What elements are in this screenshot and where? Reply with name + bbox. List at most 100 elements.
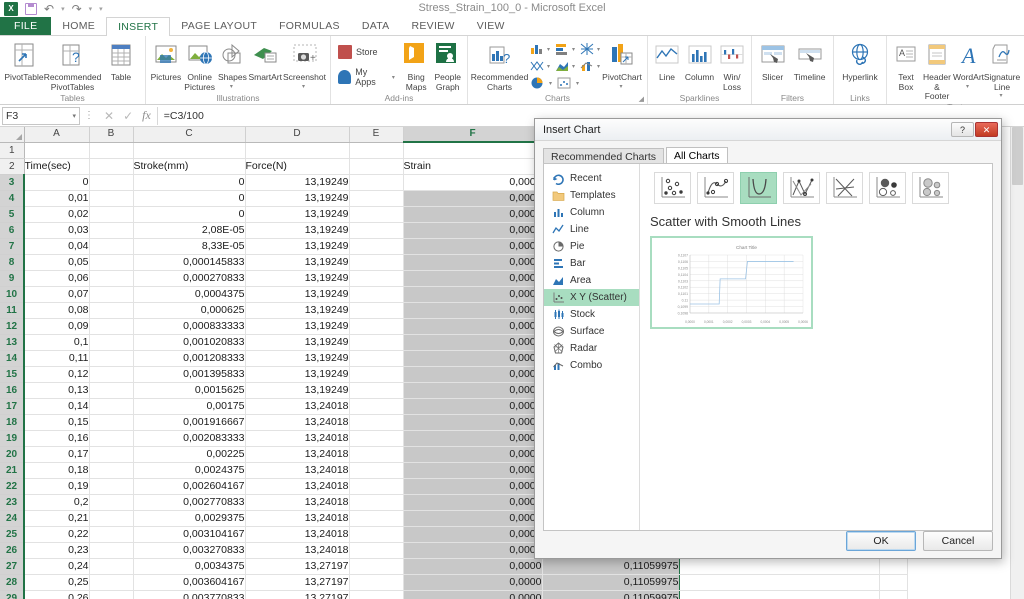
cell-B1[interactable] bbox=[89, 142, 134, 159]
row-header-17[interactable]: 17 bbox=[0, 398, 25, 415]
bing-maps-button[interactable]: Bing Maps bbox=[401, 39, 432, 92]
row-header-21[interactable]: 21 bbox=[0, 462, 25, 479]
cell-D5[interactable]: 13,19249 bbox=[245, 206, 350, 223]
cell-A16[interactable]: 0,13 bbox=[24, 382, 90, 399]
cell-A6[interactable]: 0,03 bbox=[24, 222, 90, 239]
ribbon-tab-file[interactable]: FILE bbox=[0, 17, 52, 35]
smartart-button[interactable]: SmartArt bbox=[248, 39, 282, 83]
cell-A20[interactable]: 0,17 bbox=[24, 446, 90, 463]
cell-E27[interactable] bbox=[349, 558, 404, 575]
cell-F9[interactable]: 0,0000 bbox=[402, 270, 543, 287]
cell-C2[interactable]: Stroke(mm) bbox=[133, 158, 246, 175]
cell-F28[interactable]: 0,0000 bbox=[402, 574, 543, 591]
shapes-caret-icon[interactable]: ▾ bbox=[230, 83, 233, 90]
subtype-scatter[interactable] bbox=[654, 172, 691, 204]
name-box-caret-icon[interactable]: ▾ bbox=[72, 112, 76, 120]
cell-A25[interactable]: 0,22 bbox=[24, 526, 90, 543]
column-header-e[interactable]: E bbox=[349, 127, 404, 143]
cell-E4[interactable] bbox=[349, 190, 404, 207]
row-header-1[interactable]: 1 bbox=[0, 142, 25, 159]
cell-A2[interactable]: Time(sec) bbox=[24, 158, 90, 175]
cell-B24[interactable] bbox=[89, 510, 134, 527]
row-header-20[interactable]: 20 bbox=[0, 446, 25, 463]
cell-D23[interactable]: 13,24018 bbox=[245, 494, 350, 511]
category-line[interactable]: Line bbox=[544, 221, 639, 238]
hyperlink-button[interactable]: Hyperlink bbox=[838, 39, 882, 83]
cell-C7[interactable]: 8,33E-05 bbox=[133, 238, 246, 255]
cell-B25[interactable] bbox=[89, 526, 134, 543]
cell-A10[interactable]: 0,07 bbox=[24, 286, 90, 303]
cell-B17[interactable] bbox=[89, 398, 134, 415]
stock-chart-icon[interactable] bbox=[578, 41, 596, 57]
cell-B7[interactable] bbox=[89, 238, 134, 255]
row-header-16[interactable]: 16 bbox=[0, 382, 25, 399]
cell-B12[interactable] bbox=[89, 318, 134, 335]
cell-C24[interactable]: 0,0029375 bbox=[133, 510, 246, 527]
ribbon-tab-insert[interactable]: INSERT bbox=[106, 17, 171, 36]
charts-dialog-launcher-icon[interactable]: ◢ bbox=[639, 94, 644, 105]
cell-D11[interactable]: 13,19249 bbox=[245, 302, 350, 319]
cell-E25[interactable] bbox=[349, 526, 404, 543]
bar-chart-caret-icon[interactable]: ▾ bbox=[572, 46, 575, 53]
sparkline-line-button[interactable]: Line bbox=[652, 39, 682, 83]
cell-F5[interactable]: 0,0000 bbox=[402, 206, 543, 223]
cell-B2[interactable] bbox=[89, 158, 134, 175]
tab-recommended-charts[interactable]: Recommended Charts bbox=[543, 148, 665, 164]
category-xy-scatter[interactable]: X Y (Scatter) bbox=[544, 289, 639, 306]
row-header-26[interactable]: 26 bbox=[0, 542, 25, 559]
cell-R27[interactable] bbox=[879, 558, 908, 575]
cell-E15[interactable] bbox=[349, 366, 404, 383]
cell-D20[interactable]: 13,24018 bbox=[245, 446, 350, 463]
cell-A28[interactable]: 0,25 bbox=[24, 574, 90, 591]
chart-preview[interactable]: Chart Title 0,1098 0,1099 0,11 0,1101 0,1102 0… bbox=[650, 236, 813, 329]
cell-A26[interactable]: 0,23 bbox=[24, 542, 90, 559]
cell-F17[interactable]: 0,0000 bbox=[402, 398, 543, 415]
cell-F16[interactable]: 0,0000 bbox=[402, 382, 543, 399]
cell-D7[interactable]: 13,19249 bbox=[245, 238, 350, 255]
cell-A9[interactable]: 0,06 bbox=[24, 270, 90, 287]
cell-B5[interactable] bbox=[89, 206, 134, 223]
cell-F22[interactable]: 0,0000 bbox=[402, 478, 543, 495]
cell-C15[interactable]: 0,001395833 bbox=[133, 366, 246, 383]
scatter-chart-caret-icon[interactable]: ▾ bbox=[547, 63, 550, 70]
wordart-caret-icon[interactable]: ▾ bbox=[966, 83, 969, 90]
stock-chart-caret-icon[interactable]: ▾ bbox=[597, 46, 600, 53]
cell-D21[interactable]: 13,24018 bbox=[245, 462, 350, 479]
cell-G28[interactable]: 0,11059975 bbox=[542, 574, 680, 591]
cell-B15[interactable] bbox=[89, 366, 134, 383]
cell-E19[interactable] bbox=[349, 430, 404, 447]
cell-C25[interactable]: 0,003104167 bbox=[133, 526, 246, 543]
cell-E5[interactable] bbox=[349, 206, 404, 223]
vertical-scrollbar[interactable] bbox=[1010, 127, 1024, 599]
pie-chart-icon[interactable] bbox=[528, 75, 548, 91]
cell-D2[interactable]: Force(N) bbox=[245, 158, 350, 175]
cell-A3[interactable]: 0 bbox=[24, 174, 90, 191]
cell-A12[interactable]: 0,09 bbox=[24, 318, 90, 335]
row-header-3[interactable]: 3 bbox=[0, 174, 25, 191]
pivottable-button[interactable]: PivotTable bbox=[4, 39, 44, 83]
ok-button[interactable]: OK bbox=[846, 531, 916, 551]
cell-E17[interactable] bbox=[349, 398, 404, 415]
cell-F19[interactable]: 0,0000 bbox=[402, 430, 543, 447]
cell-B16[interactable] bbox=[89, 382, 134, 399]
cell-D8[interactable]: 13,19249 bbox=[245, 254, 350, 271]
row-header-29[interactable]: 29 bbox=[0, 590, 25, 599]
subtype-scatter-smooth-lines[interactable] bbox=[740, 172, 777, 204]
cell-E1[interactable] bbox=[349, 142, 404, 159]
cell-D3[interactable]: 13,19249 bbox=[245, 174, 350, 191]
vertical-scrollbar-thumb[interactable] bbox=[1012, 127, 1023, 185]
my-apps-button[interactable]: My Apps ▾ bbox=[335, 65, 400, 89]
pivotchart-button[interactable]: PivotChart ▾ bbox=[601, 39, 643, 90]
row-header-14[interactable]: 14 bbox=[0, 350, 25, 367]
row-header-5[interactable]: 5 bbox=[0, 206, 25, 223]
cell-D9[interactable]: 13,19249 bbox=[245, 270, 350, 287]
cell-E14[interactable] bbox=[349, 350, 404, 367]
cell-A17[interactable]: 0,14 bbox=[24, 398, 90, 415]
cell-C13[interactable]: 0,001020833 bbox=[133, 334, 246, 351]
cell-C22[interactable]: 0,002604167 bbox=[133, 478, 246, 495]
screenshot-caret-icon[interactable]: ▾ bbox=[302, 83, 305, 90]
cell-D17[interactable]: 13,24018 bbox=[245, 398, 350, 415]
text-box-button[interactable]: A Text Box bbox=[891, 39, 921, 92]
cell-F26[interactable]: 0,0000 bbox=[402, 542, 543, 559]
cell-E21[interactable] bbox=[349, 462, 404, 479]
